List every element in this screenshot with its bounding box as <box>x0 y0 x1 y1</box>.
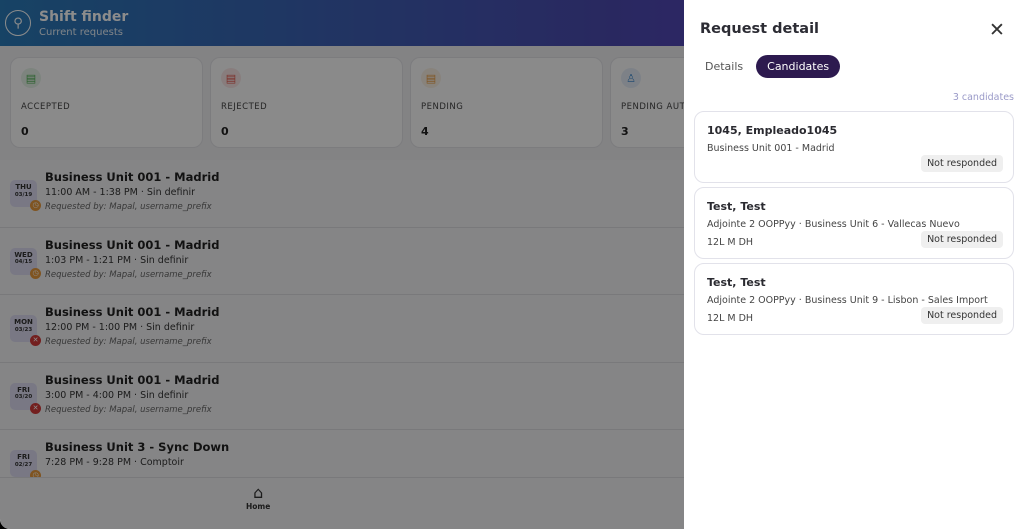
candidate-card[interactable]: Test, Test Adjointe 2 OOPPyy · Business … <box>694 187 1014 259</box>
tab-details[interactable]: Details <box>698 55 750 78</box>
candidate-name: Test, Test <box>707 276 766 289</box>
status-badge: Not responded <box>921 231 1003 248</box>
request-detail-panel: Request detail ✕ Details Candidates 3 ca… <box>684 0 1024 529</box>
candidate-count: 3 candidates <box>952 92 1014 103</box>
app-window: ⚲ Shift finder Current requests ▤ ACCEPT… <box>0 0 1024 529</box>
candidate-card[interactable]: Test, Test Adjointe 2 OOPPyy · Business … <box>694 263 1014 335</box>
candidate-unit: Business Unit 001 - Madrid <box>707 143 835 154</box>
status-badge: Not responded <box>921 307 1003 324</box>
status-badge: Not responded <box>921 155 1003 172</box>
panel-title: Request detail <box>700 21 820 37</box>
close-icon[interactable]: ✕ <box>989 19 1005 41</box>
tab-candidates[interactable]: Candidates <box>756 55 841 78</box>
candidate-unit: Adjointe 2 OOPPyy · Business Unit 6 - Va… <box>707 219 960 230</box>
modal-backdrop[interactable] <box>0 0 684 529</box>
candidate-name: 1045, Empleado1045 <box>707 124 838 137</box>
candidate-position: 12L M DH <box>707 237 754 248</box>
candidate-name: Test, Test <box>707 200 766 213</box>
candidate-unit: Adjointe 2 OOPPyy · Business Unit 9 - Li… <box>707 295 988 306</box>
panel-tabs: Details Candidates <box>698 55 841 78</box>
candidate-position: 12L M DH <box>707 313 754 324</box>
candidate-card[interactable]: 1045, Empleado1045 Business Unit 001 - M… <box>694 111 1014 183</box>
